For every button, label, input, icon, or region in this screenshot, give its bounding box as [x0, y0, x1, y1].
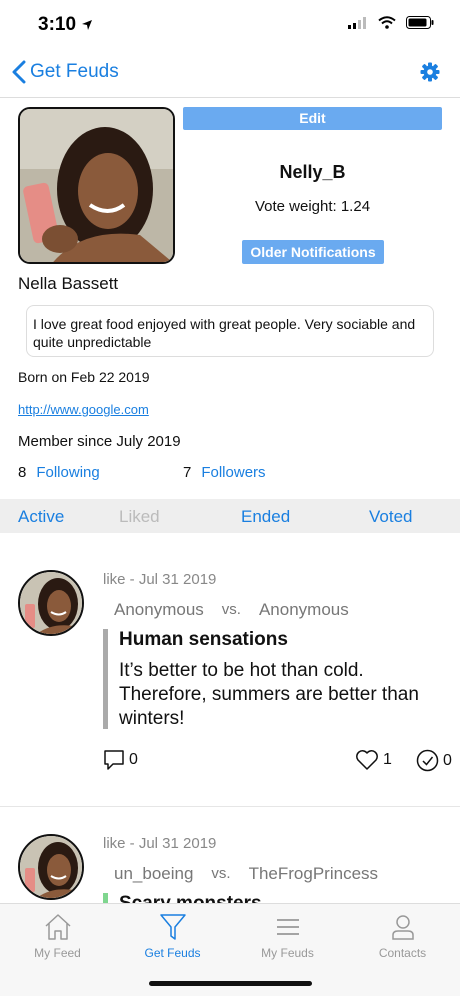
avatar-photo — [20, 572, 82, 634]
feud-body: Human sensations It’s better to be hot t… — [103, 629, 433, 729]
checkmark-circle-icon — [416, 749, 439, 772]
vs-label: vs. — [221, 601, 241, 618]
feud-text: It’s better to be hot than cold. Therefo… — [119, 660, 419, 729]
settings-button[interactable] — [420, 62, 440, 87]
navigation-bar: Get Feuds — [0, 50, 460, 98]
like-button[interactable]: 1 — [355, 749, 392, 771]
feud-title: Human sensations — [119, 629, 288, 650]
feud-right-user[interactable]: TheFrogPrincess — [249, 864, 378, 884]
person-icon — [391, 915, 414, 940]
profile-avatar[interactable] — [18, 107, 175, 264]
followers-stat: 7 Followers — [183, 464, 266, 481]
avatar[interactable] — [18, 570, 84, 636]
status-bar: 3:10 — [0, 0, 460, 50]
feud-left-user[interactable]: Anonymous — [114, 600, 204, 620]
tab-my-feed-label: My Feed — [34, 946, 81, 960]
home-indicator[interactable] — [149, 981, 312, 986]
feud-participants: Anonymous vs. Anonymous — [114, 600, 349, 620]
tab-my-feuds-label: My Feuds — [261, 946, 314, 960]
following-count: 8 — [18, 464, 27, 481]
birth-date: Born on Feb 22 2019 — [18, 369, 150, 385]
feud-right-user[interactable]: Anonymous — [259, 600, 349, 620]
back-button[interactable]: Get Feuds — [12, 60, 119, 84]
tab-ended[interactable]: Ended — [241, 507, 290, 527]
tab-get-feuds[interactable]: Get Feuds — [115, 912, 230, 960]
avatar[interactable] — [18, 834, 84, 900]
older-notifications-button[interactable]: Older Notifications — [242, 240, 384, 264]
vote-button[interactable]: 0 — [416, 749, 452, 772]
home-icon — [44, 914, 71, 940]
location-arrow-icon — [82, 19, 93, 30]
gear-icon — [420, 62, 440, 82]
tab-voted[interactable]: Voted — [369, 507, 413, 527]
vote-weight: Vote weight: 1.24 — [254, 198, 371, 215]
username: Nelly_B — [279, 162, 346, 182]
list-icon — [276, 919, 299, 935]
website-link[interactable]: http://www.google.com — [18, 402, 149, 417]
back-button-label: Get Feuds — [30, 61, 119, 82]
profile-photo — [20, 109, 173, 262]
full-name: Nella Bassett — [18, 274, 119, 293]
comment-button[interactable]: 0 — [103, 749, 138, 771]
like-count: 1 — [383, 751, 392, 768]
followers-link[interactable]: Followers — [201, 464, 265, 481]
status-time: 3:10 — [38, 14, 93, 36]
funnel-icon — [159, 914, 186, 940]
member-since: Member since July 2019 — [18, 433, 181, 450]
vs-label: vs. — [211, 865, 231, 882]
battery-icon — [406, 16, 434, 29]
following-stat: 8 Following — [18, 464, 100, 481]
chevron-left-icon — [12, 60, 26, 84]
feud-filter-tabs: Active Liked Ended Voted — [0, 499, 460, 533]
feud-meta: like - Jul 31 2019 — [103, 571, 217, 588]
tab-my-feed[interactable]: My Feed — [0, 912, 115, 960]
tab-active[interactable]: Active — [18, 507, 64, 527]
tab-contacts[interactable]: Contacts — [345, 912, 460, 960]
comment-icon — [104, 750, 124, 770]
heart-icon — [356, 750, 378, 770]
tab-contacts-label: Contacts — [378, 946, 427, 960]
feud-left-user[interactable]: un_boeing — [114, 864, 193, 884]
signal-icon — [348, 16, 366, 29]
tab-my-feuds[interactable]: My Feuds — [230, 912, 345, 960]
tab-liked[interactable]: Liked — [119, 507, 160, 527]
feud-participants: un_boeing vs. TheFrogPrincess — [114, 864, 378, 884]
tab-get-feuds-label: Get Feuds — [144, 946, 201, 960]
bio-text: I love great food enjoyed with great peo… — [26, 305, 434, 357]
comment-count: 0 — [129, 751, 138, 768]
wifi-icon — [378, 16, 396, 29]
feud-meta: like - Jul 31 2019 — [103, 835, 217, 852]
avatar-photo — [20, 836, 82, 898]
edit-button[interactable]: Edit — [183, 107, 442, 130]
vote-count: 0 — [443, 751, 452, 769]
feud-divider — [0, 806, 460, 807]
feud-actions: 0 1 0 — [103, 749, 458, 773]
followers-count: 7 — [183, 464, 192, 481]
following-link[interactable]: Following — [36, 464, 99, 481]
